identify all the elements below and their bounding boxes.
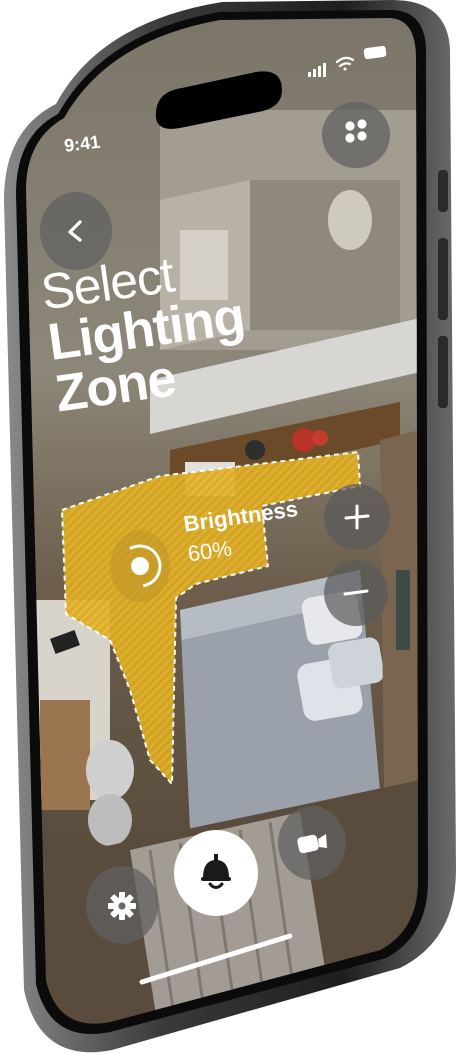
minus-icon bbox=[343, 589, 369, 596]
camera-button[interactable] bbox=[278, 806, 346, 880]
ceiling-lamp-icon bbox=[201, 854, 231, 889]
video-camera-icon bbox=[297, 834, 327, 854]
brightness-decrease-button[interactable] bbox=[324, 560, 388, 626]
brightness-readout: Brightness 60% bbox=[182, 496, 304, 567]
main-light-button[interactable] bbox=[174, 830, 258, 916]
light-bulb-icon bbox=[118, 544, 162, 588]
settings-button[interactable] bbox=[86, 866, 158, 944]
plus-icon bbox=[344, 504, 370, 530]
gear-icon bbox=[108, 892, 136, 920]
brightness-increase-button[interactable] bbox=[324, 484, 390, 550]
status-time: 9:41 bbox=[63, 131, 102, 156]
menu-button[interactable] bbox=[322, 102, 390, 168]
phone-mockup: 9:41 Select Lighting Zone Brightness 60% bbox=[0, 0, 460, 1054]
page-title: Select Lighting Zone bbox=[38, 241, 255, 424]
zone-light-toggle[interactable] bbox=[110, 530, 170, 602]
grid-dots-icon bbox=[345, 119, 367, 143]
